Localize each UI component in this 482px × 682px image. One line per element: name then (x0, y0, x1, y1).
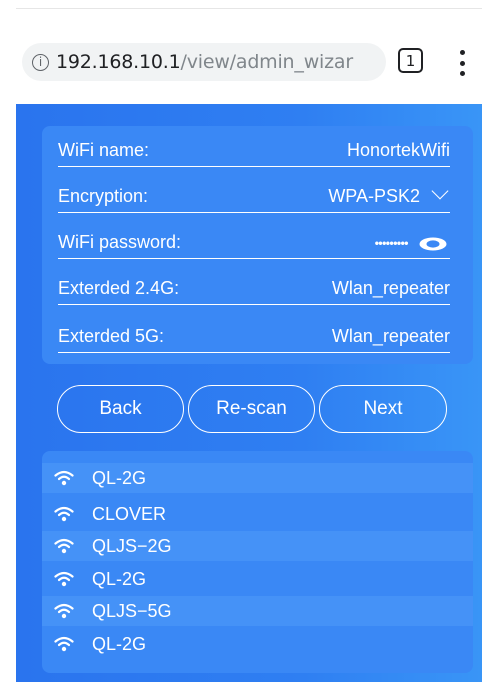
chrome-divider (16, 8, 482, 9)
tab-switcher-button[interactable]: 1 (398, 48, 423, 73)
wifi-icon (54, 571, 74, 587)
scan-list-item[interactable]: QLJS−2G (42, 531, 473, 561)
wifi-icon (54, 603, 74, 619)
tab-count: 1 (405, 51, 416, 70)
network-ssid: QL-2G (92, 568, 147, 589)
wifi-name-label: WiFi name: (58, 140, 150, 160)
wifi-password-row[interactable]: WiFi password: ••••••••• (58, 222, 450, 259)
extended-5g-input[interactable]: Wlan_repeater (332, 326, 450, 347)
url-host: 192.168.10.1 (56, 51, 181, 73)
scan-list-item[interactable]: CLOVER (42, 499, 473, 529)
wifi-icon (54, 636, 74, 652)
network-ssid: QLJS−5G (92, 600, 172, 621)
address-bar[interactable]: i 192.168.10.1/view/admin_wizar (22, 43, 386, 81)
network-ssid: CLOVER (92, 503, 167, 524)
extended-24g-input[interactable]: Wlan_repeater (332, 278, 450, 299)
extended-5g-label: Exterded 5G: (58, 326, 165, 346)
network-ssid: QL-2G (92, 633, 147, 654)
more-menu-icon[interactable] (452, 50, 472, 76)
extended-5g-row[interactable]: Exterded 5G: Wlan_repeater (58, 316, 450, 353)
url-text[interactable]: 192.168.10.1/view/admin_wizar (56, 51, 353, 73)
browser-chrome: i 192.168.10.1/view/admin_wizar 1 (0, 0, 482, 104)
info-icon[interactable]: i (32, 53, 49, 71)
encryption-value: WPA-PSK2 (328, 186, 420, 206)
wifi-icon (54, 506, 74, 522)
network-ssid: QLJS−2G (92, 535, 172, 556)
network-ssid: QL-2G (92, 467, 147, 488)
encryption-label: Encryption: (58, 186, 149, 206)
encryption-select[interactable]: WPA-PSK2 (328, 182, 450, 207)
scan-list-item[interactable]: QL-2G (42, 564, 473, 594)
next-button[interactable]: Next (319, 385, 447, 433)
eye-icon[interactable] (418, 236, 448, 252)
rescan-button[interactable]: Re-scan (188, 385, 315, 433)
wifi-name-row[interactable]: WiFi name: HonortekWifi (58, 130, 450, 167)
wifi-password-input[interactable]: ••••••••• (375, 236, 409, 250)
wifi-icon (54, 470, 74, 486)
extended-24g-label: Exterded 2.4G: (58, 278, 180, 298)
wifi-password-label: WiFi password: (58, 232, 182, 252)
back-button[interactable]: Back (57, 385, 184, 433)
scan-list-item[interactable]: QL-2G (42, 629, 473, 659)
encryption-row[interactable]: Encryption: WPA-PSK2 (58, 176, 450, 213)
scan-list-item[interactable]: QL-2G (42, 463, 473, 493)
wizard-page: WiFi name: HonortekWifi Encryption: WPA-… (16, 104, 482, 682)
url-path: /view/admin_wizar (180, 51, 354, 73)
scan-results-list: QL-2G CLOVER QLJS−2G QL-2G QLJS−5G QL-2G (42, 451, 473, 673)
wifi-name-input[interactable]: HonortekWifi (347, 140, 450, 161)
chevron-down-icon (431, 182, 449, 200)
wifi-settings-panel: WiFi name: HonortekWifi Encryption: WPA-… (42, 126, 473, 364)
extended-24g-row[interactable]: Exterded 2.4G: Wlan_repeater (58, 268, 450, 305)
scan-list-item[interactable]: QLJS−5G (42, 596, 473, 626)
wifi-icon (54, 538, 74, 554)
